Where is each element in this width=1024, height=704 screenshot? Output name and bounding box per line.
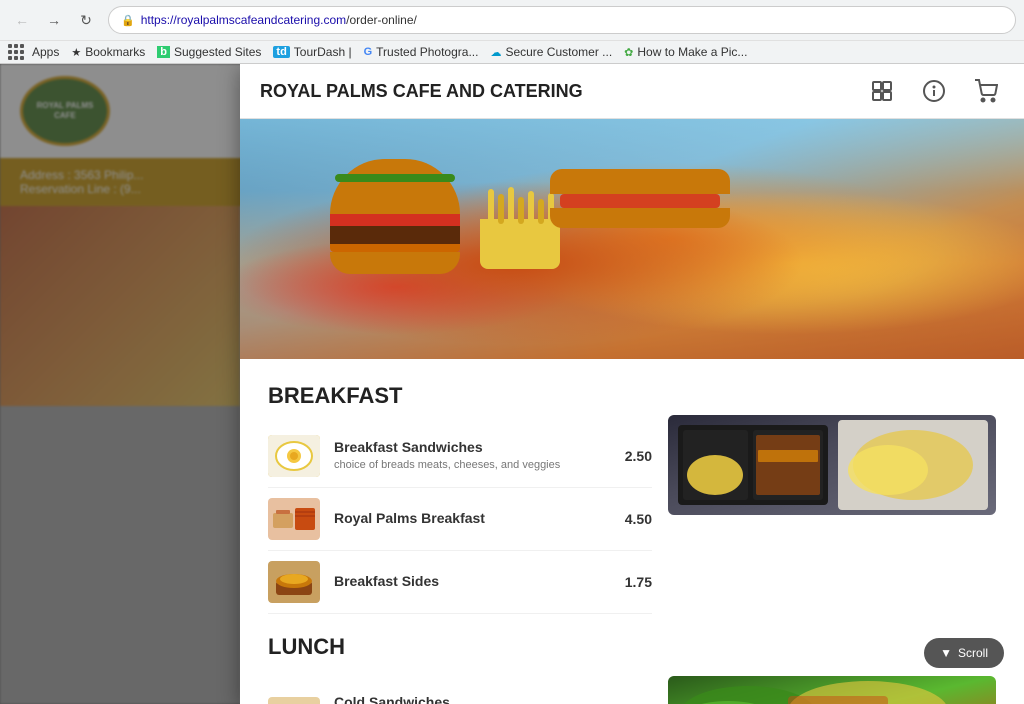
royal-palms-breakfast-info: Royal Palms Breakfast bbox=[334, 510, 598, 529]
scroll-label: Scroll bbox=[958, 646, 988, 660]
lunch-section-title: LUNCH bbox=[268, 634, 996, 660]
breakfast-sides-name: Breakfast Sides bbox=[334, 573, 598, 589]
modal-header: ROYAL PALMS CAFE AND CATERING bbox=[240, 64, 1024, 119]
breakfast-sandwiches-info: Breakfast Sandwiches choice of breads me… bbox=[334, 439, 598, 472]
header-icons bbox=[864, 73, 1004, 109]
breakfast-items-list: Breakfast Sandwiches choice of breads me… bbox=[268, 425, 652, 614]
tourdash-label: TourDash | bbox=[294, 45, 352, 59]
modal-panel: ROYAL PALMS CAFE AND CATERING bbox=[240, 64, 1024, 704]
breakfast-sides-thumbnail bbox=[268, 561, 320, 603]
bookmark-tourdash[interactable]: td TourDash | bbox=[273, 45, 351, 59]
bookmark-trusted[interactable]: G Trusted Photogra... bbox=[364, 45, 479, 59]
url-path: /order-online/ bbox=[346, 13, 417, 27]
cloud-icon: ☁ bbox=[490, 46, 501, 59]
menu-icon-button[interactable] bbox=[864, 73, 900, 109]
cold-sandwiches-name: Cold Sandwiches bbox=[334, 694, 598, 704]
breakfast-sandwiches-price: 2.50 bbox=[612, 448, 652, 464]
bookmarks-bar: Apps ★ Bookmarks b Suggested Sites td To… bbox=[0, 40, 1024, 63]
b-icon: b bbox=[157, 46, 170, 58]
menu-item-breakfast-sandwiches[interactable]: Breakfast Sandwiches choice of breads me… bbox=[268, 425, 652, 488]
breakfast-sides-info: Breakfast Sides bbox=[334, 573, 598, 592]
modal-title: ROYAL PALMS CAFE AND CATERING bbox=[260, 81, 583, 102]
browser-toolbar: ← → ↻ 🔒 https://royalpalmscafeandcaterin… bbox=[0, 0, 1024, 40]
bookmark-bookmarks[interactable]: ★ Bookmarks bbox=[71, 45, 145, 59]
url-origin: https://royalpalmscafeandcatering.com bbox=[141, 13, 346, 27]
royal-palms-breakfast-thumbnail bbox=[268, 498, 320, 540]
apps-label: Apps bbox=[32, 45, 59, 59]
address-bar[interactable]: 🔒 https://royalpalmscafeandcatering.com/… bbox=[108, 6, 1016, 34]
bookmark-apps[interactable]: Apps bbox=[8, 44, 59, 60]
menu-icon bbox=[870, 79, 894, 103]
lunch-section: LUNCH bbox=[268, 634, 996, 704]
bookmark-secure[interactable]: ☁ Secure Customer ... bbox=[490, 45, 612, 59]
hero-image bbox=[240, 119, 1024, 359]
scroll-arrow-icon: ▼ bbox=[940, 646, 952, 660]
food-illustration bbox=[320, 139, 570, 329]
menu-item-cold-sandwiches[interactable]: Cold Sandwiches All sandwiches served al… bbox=[268, 676, 652, 704]
leaf-icon: ✿ bbox=[624, 46, 633, 59]
back-button[interactable]: ← bbox=[8, 6, 36, 34]
cold-sandwich-photo bbox=[668, 676, 996, 704]
cold-sandwiches-info: Cold Sandwiches All sandwiches served al… bbox=[334, 694, 598, 704]
cold-sandwiches-thumbnail bbox=[268, 697, 320, 704]
scroll-button[interactable]: ▼ Scroll bbox=[924, 638, 1004, 668]
lunch-section-body: Cold Sandwiches All sandwiches served al… bbox=[268, 676, 996, 704]
nav-buttons: ← → ↻ bbox=[8, 6, 100, 34]
forward-button[interactable]: → bbox=[40, 6, 68, 34]
lock-icon: 🔒 bbox=[121, 14, 135, 27]
cart-icon bbox=[974, 79, 998, 103]
info-icon-button[interactable] bbox=[916, 73, 952, 109]
menu-item-royal-palms-breakfast[interactable]: Royal Palms Breakfast 4.50 bbox=[268, 488, 652, 551]
google-icon: G bbox=[364, 46, 373, 58]
breakfast-section-title: BREAKFAST bbox=[268, 383, 996, 409]
page-background: ROYAL PALMSCAFE Address : 3563 Philip...… bbox=[0, 64, 1024, 704]
menu-content: BREAKFAST bbox=[240, 359, 1024, 704]
menu-item-breakfast-sides[interactable]: Breakfast Sides 1.75 bbox=[268, 551, 652, 614]
trusted-label: Trusted Photogra... bbox=[376, 45, 478, 59]
tourdash-icon: td bbox=[273, 46, 289, 58]
secure-label: Secure Customer ... bbox=[505, 45, 612, 59]
royal-palms-breakfast-name: Royal Palms Breakfast bbox=[334, 510, 598, 526]
breakfast-section-body: Breakfast Sandwiches choice of breads me… bbox=[268, 425, 996, 614]
reload-button[interactable]: ↻ bbox=[72, 6, 100, 34]
breakfast-sandwiches-thumbnail bbox=[268, 435, 320, 477]
royal-palms-breakfast-price: 4.50 bbox=[612, 511, 652, 527]
cart-icon-button[interactable] bbox=[968, 73, 1004, 109]
star-icon: ★ bbox=[71, 46, 81, 59]
bookmarks-label: Bookmarks bbox=[85, 45, 145, 59]
breakfast-food-photo bbox=[668, 415, 996, 614]
address-text: https://royalpalmscafeandcatering.com/or… bbox=[141, 13, 417, 27]
bookmark-suggested[interactable]: b Suggested Sites bbox=[157, 45, 261, 59]
apps-grid-icon bbox=[8, 44, 24, 60]
bookmark-howto[interactable]: ✿ How to Make a Pic... bbox=[624, 45, 747, 59]
suggested-label: Suggested Sites bbox=[174, 45, 261, 59]
breakfast-sides-price: 1.75 bbox=[612, 574, 652, 590]
breakfast-sandwiches-name: Breakfast Sandwiches bbox=[334, 439, 598, 455]
info-icon bbox=[922, 79, 946, 103]
howto-label: How to Make a Pic... bbox=[637, 45, 747, 59]
browser-chrome: ← → ↻ 🔒 https://royalpalmscafeandcaterin… bbox=[0, 0, 1024, 64]
breakfast-sandwiches-desc: choice of breads meats, cheeses, and veg… bbox=[334, 458, 598, 472]
